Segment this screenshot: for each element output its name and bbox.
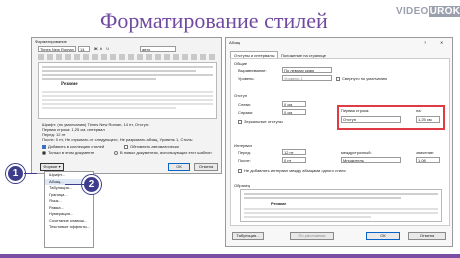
outline-level-label: Уровень: xyxy=(238,76,255,81)
first-line-by-input[interactable]: 1,25 см xyxy=(416,116,440,123)
help-icon[interactable]: ? xyxy=(424,40,426,45)
preview-line xyxy=(42,107,176,109)
step-badge-2: 2 xyxy=(82,175,101,194)
videouroki-logo: VIDEOUROKI xyxy=(396,6,460,17)
ok-button[interactable]: ОК xyxy=(168,163,190,171)
before-input[interactable]: 12 пт xyxy=(282,149,306,155)
alignment-select[interactable]: По левому краю xyxy=(282,67,332,73)
preview-line xyxy=(42,78,156,80)
first-line-label: Первая строка: xyxy=(341,108,370,113)
preview-line xyxy=(42,103,213,105)
before-label: Перед: xyxy=(238,150,251,155)
preview-line xyxy=(42,91,213,93)
left-indent-input[interactable]: 0 см xyxy=(282,101,306,107)
preview-line xyxy=(42,66,213,68)
logo-part-b: UROKI xyxy=(428,6,460,17)
first-line-select[interactable]: Отступ xyxy=(341,116,401,123)
no-space-same-style-checkbox[interactable]: Не добавлять интервал между абзацами одн… xyxy=(238,168,346,173)
collapsed-default-checkbox[interactable]: Свернуто по умолчанию xyxy=(336,76,387,81)
radio-dot xyxy=(114,150,118,155)
preview-line xyxy=(42,70,196,72)
preview-line xyxy=(42,99,213,101)
left-indent-label: Слева: xyxy=(238,102,251,107)
right-indent-input[interactable]: 0 см xyxy=(282,109,306,115)
step-badge-1: 1 xyxy=(6,164,25,183)
no-space-same-style-label: Не добавлять интервал между абзацами одн… xyxy=(244,168,346,173)
close-icon[interactable]: ✕ xyxy=(440,40,443,45)
preview-line xyxy=(244,212,438,214)
section-sample: Образец xyxy=(234,183,251,188)
tabs-button[interactable]: Табуляция... xyxy=(232,232,264,240)
preview-word: Резюме xyxy=(61,82,78,87)
checkbox-box xyxy=(336,76,340,81)
style-format-dialog: Форматирование Times New Roman 14 Ж К Ч … xyxy=(31,37,222,174)
right-indent-label: Справа: xyxy=(238,110,253,115)
style-preview: Резюме xyxy=(38,62,217,119)
preview-line xyxy=(244,216,371,218)
checkbox-box xyxy=(238,168,242,173)
line-spacing-select[interactable]: Множитель xyxy=(341,157,401,163)
checkbox-box xyxy=(124,144,128,149)
checkbox-box xyxy=(42,144,46,149)
alignment-label: Выравнивание: xyxy=(238,68,267,73)
new-docs-label: В новых документах, использующих этот ша… xyxy=(120,150,212,155)
only-this-doc-radio[interactable]: Только в этом документе xyxy=(42,150,94,155)
line-value-input[interactable]: 1,08 xyxy=(416,157,440,163)
language-select[interactable]: авто xyxy=(140,46,176,52)
paragraph-preview: Резюме xyxy=(240,189,442,222)
value-label: значение: xyxy=(416,150,435,155)
style-description-line: После: 0 пт, Не отрывать от следующего, … xyxy=(42,137,193,142)
font-name-select[interactable]: Times New Roman xyxy=(38,46,76,52)
underline-button[interactable]: Ч xyxy=(106,46,109,51)
preview-line xyxy=(244,208,438,210)
mirror-indents-label: Зеркальные отступы xyxy=(244,119,283,124)
set-default-button[interactable]: По умолчанию xyxy=(290,232,334,240)
preview-line xyxy=(42,74,213,76)
bottom-accent-bar xyxy=(0,254,460,258)
format-dropdown-button[interactable]: Формат ▾ xyxy=(40,163,64,171)
after-input[interactable]: 0 пт xyxy=(282,157,306,163)
new-docs-radio[interactable]: В новых документах, использующих этот ша… xyxy=(114,150,219,155)
bold-button[interactable]: Ж xyxy=(94,46,98,51)
pointer-line-1 xyxy=(24,173,37,174)
section-spacing: Интервал xyxy=(234,143,252,148)
preview-word: Резюме xyxy=(271,201,287,206)
line-spacing-label: междустрочный: xyxy=(341,150,372,155)
preview-line xyxy=(244,193,438,195)
pointer-line-2 xyxy=(65,184,84,185)
by-label: на: xyxy=(416,108,422,113)
logo-part-a: VIDEO xyxy=(396,6,429,17)
checkbox-box xyxy=(238,119,242,124)
cancel-button[interactable]: Отмена xyxy=(408,232,446,240)
italic-button[interactable]: К xyxy=(100,46,102,51)
auto-update-checkbox[interactable]: Обновлять автоматически xyxy=(124,144,179,149)
auto-update-label: Обновлять автоматически xyxy=(130,144,179,149)
toolbar-row-2 xyxy=(38,54,216,60)
add-to-gallery-label: Добавить в коллекцию стилей xyxy=(48,144,105,149)
ok-button[interactable]: ОК xyxy=(366,232,400,240)
outline-level-select[interactable]: Уровень 1 xyxy=(282,75,332,81)
dialog-title: Форматирование xyxy=(35,39,67,44)
section-general: Общие xyxy=(234,61,248,66)
section-indent: Отступ xyxy=(234,93,247,98)
after-label: После: xyxy=(238,158,251,163)
cancel-button[interactable]: Отмена xyxy=(194,163,218,171)
font-size-select[interactable]: 14 xyxy=(78,46,90,52)
mirror-indents-checkbox[interactable]: Зеркальные отступы xyxy=(238,119,283,124)
collapsed-default-label: Свернуто по умолчанию xyxy=(342,76,388,81)
radio-dot xyxy=(42,150,46,155)
only-this-doc-label: Только в этом документе xyxy=(48,150,95,155)
paragraph-dialog: Абзац ? ✕ Отступы и интервалы Положение … xyxy=(225,37,453,247)
preview-line xyxy=(244,197,401,199)
preview-line xyxy=(42,95,213,97)
tab-indents-spacing[interactable]: Отступы и интервалы xyxy=(230,51,279,58)
slide-title: Форматирование стилей xyxy=(100,8,328,33)
add-to-gallery-checkbox[interactable]: Добавить в коллекцию стилей xyxy=(42,144,104,149)
menu-item-text-effects[interactable]: Текстовые эффекты... xyxy=(45,224,93,231)
dialog-title: Абзац xyxy=(229,40,241,45)
